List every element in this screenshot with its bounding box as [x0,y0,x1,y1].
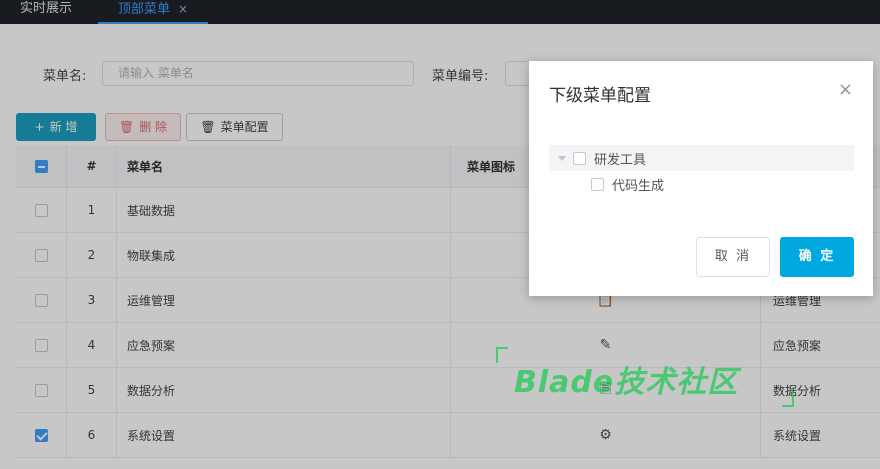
cancel-button[interactable]: 取 消 [696,237,770,277]
tree-node-dev-tools[interactable]: 研发工具 [549,145,854,171]
tree-checkbox[interactable] [573,151,586,165]
tree-node-label: 研发工具 [594,152,647,168]
confirm-button[interactable]: 确 定 [780,237,854,277]
watermark-bracket [496,347,508,363]
tree-checkbox[interactable] [591,177,604,191]
submenu-config-dialog: 下级菜单配置 × 研发工具 代码生成 取 消 确 定 [529,61,873,296]
caret-down-icon[interactable] [558,155,566,161]
watermark: Blade技术社区 [496,345,796,409]
tree-node-label: 代码生成 [612,178,665,194]
watermark-text: Blade技术社区 [514,365,739,400]
close-icon[interactable]: × [838,79,853,100]
dialog-title: 下级菜单配置 [549,86,651,106]
watermark-bracket [782,391,794,407]
tree-node-code-gen[interactable]: 代码生成 [549,171,854,197]
